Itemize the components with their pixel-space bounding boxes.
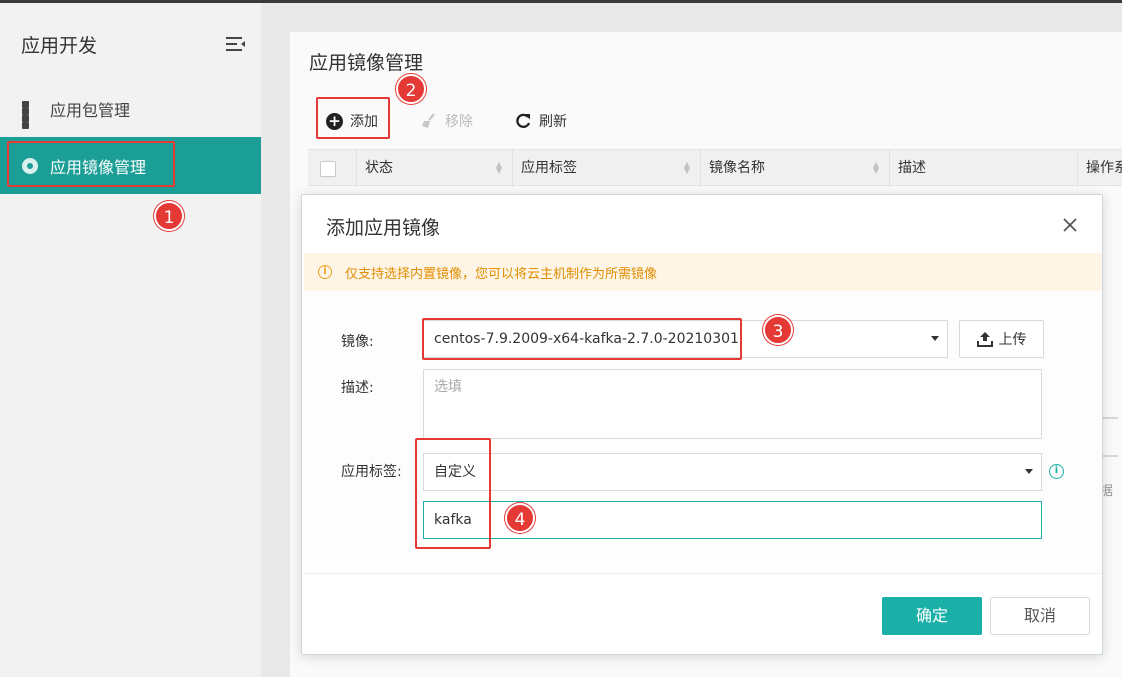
alert-text: 仅支持选择内置镜像，您可以将云主机制作为所需镜像 [345, 266, 658, 282]
upload-button[interactable]: 上传 [959, 320, 1044, 358]
annotation-marker-4: 4 [505, 503, 535, 533]
annotation-marker-2: 2 [396, 74, 426, 104]
add-app-image-dialog: 添加应用镜像 i 仅支持选择内置镜像，您可以将云主机制作为所需镜像 镜像: ce… [301, 194, 1103, 655]
app-tag-label: 应用标签: [341, 464, 402, 480]
column-header-description[interactable]: 描述 [889, 150, 1077, 187]
sidebar-item-app-packages[interactable]: 应用包管理 [0, 80, 261, 137]
caret-down-icon [1025, 469, 1033, 474]
annotation-marker-1: 1 [154, 201, 184, 231]
info-circle-icon: i [318, 265, 332, 279]
upload-button-label: 上传 [998, 332, 1027, 348]
annotation-box-1 [7, 141, 175, 187]
info-icon[interactable]: i [1049, 464, 1064, 479]
annotation-marker-3: 3 [763, 315, 793, 345]
column-label: 镜像名称 [709, 160, 765, 176]
remove-button[interactable]: 移除 [420, 102, 473, 140]
upload-icon [976, 332, 993, 347]
column-header-image-name[interactable]: 镜像名称 ▲ ▼ [700, 150, 889, 187]
description-label: 描述: [341, 380, 374, 396]
column-header-os[interactable]: 操作系 [1077, 150, 1122, 187]
description-textarea[interactable]: 选填 [423, 369, 1042, 439]
page-title: 应用镜像管理 [309, 52, 424, 74]
annotation-box-4 [415, 438, 491, 549]
refresh-icon [516, 113, 531, 128]
column-label: 操作系 [1086, 160, 1122, 176]
confirm-button[interactable]: 确定 [882, 597, 982, 635]
column-label: 描述 [898, 160, 926, 176]
column-label: 应用标签 [521, 160, 577, 176]
sort-icon: ▲ ▼ [872, 160, 879, 175]
column-header-app-tag[interactable]: 应用标签 ▲ ▼ [512, 150, 700, 187]
sort-icon: ▲ ▼ [495, 160, 502, 175]
grid-icon [22, 100, 38, 129]
collapse-menu-icon[interactable] [226, 36, 246, 52]
select-all-checkbox[interactable] [320, 161, 336, 177]
caret-down-icon [931, 336, 939, 341]
info-alert: i 仅支持选择内置镜像，您可以将云主机制作为所需镜像 [304, 253, 1102, 291]
annotation-box-3 [422, 318, 742, 360]
sort-icon: ▲ ▼ [683, 160, 690, 175]
app-tag-select[interactable]: 自定义 [423, 453, 1042, 491]
sidebar-title: 应用开发 [21, 35, 98, 57]
refresh-button[interactable]: 刷新 [514, 102, 567, 140]
sidebar: 应用开发 应用包管理 应用镜像管理 [0, 3, 261, 677]
sidebar-item-label: 应用包管理 [50, 100, 131, 120]
dialog-title: 添加应用镜像 [326, 217, 441, 239]
broom-icon [422, 113, 435, 128]
remove-button-label: 移除 [445, 114, 473, 130]
cancel-button[interactable]: 取消 [990, 597, 1090, 635]
close-icon[interactable] [1062, 217, 1078, 233]
refresh-button-label: 刷新 [539, 114, 567, 130]
image-label: 镜像: [341, 334, 374, 350]
column-header-status[interactable]: 状态 ▲ ▼ [356, 150, 512, 187]
table-header: 状态 ▲▼ 应用标签 ▲▼ 镜像名称 ▲▼ 描述 操作系 [308, 149, 1122, 187]
column-label: 状态 [365, 160, 393, 176]
annotation-box-2 [316, 97, 390, 139]
